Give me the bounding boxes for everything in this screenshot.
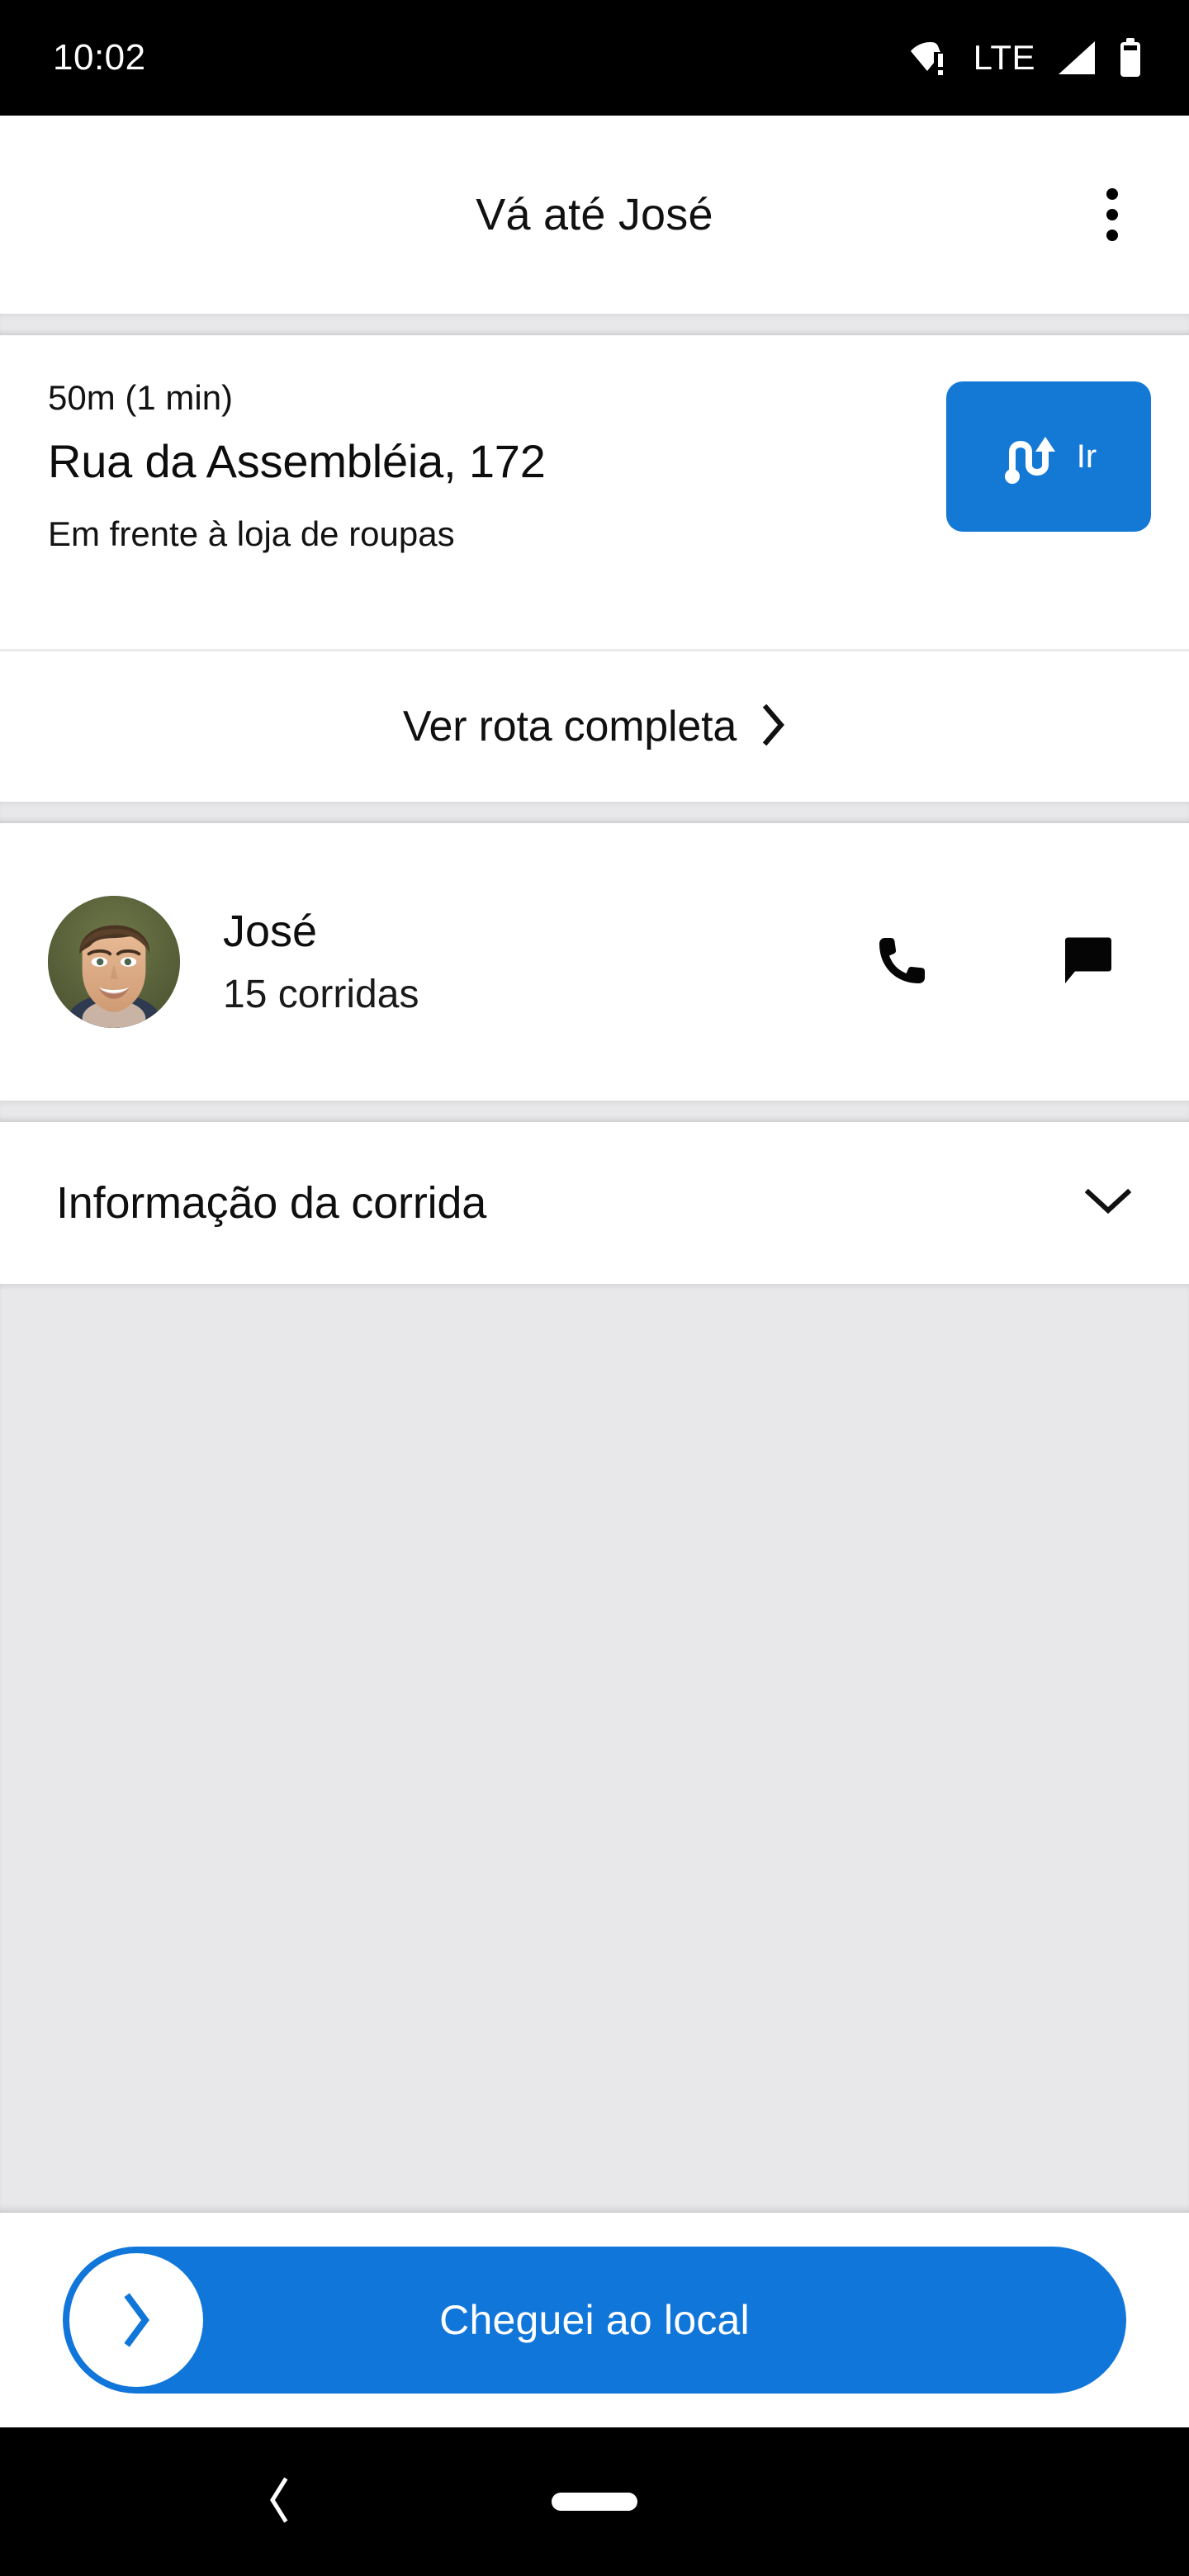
bottom-action-bar: Cheguei ao local [0,2213,1189,2427]
ride-info-toggle[interactable]: Informação da corrida [0,1122,1189,1284]
view-full-route-button[interactable]: Ver rota completa [0,651,1189,802]
avatar[interactable] [48,896,180,1028]
status-bar: 10:02 LTE [0,0,1189,116]
address-card: 50m (1 min) Rua da Assembléia, 172 Em fr… [0,335,1189,802]
passenger-info: José 15 corridas [180,906,862,1018]
passenger-name: José [223,906,318,956]
status-time: 10:02 [53,37,146,78]
section-divider [0,314,1189,335]
navigation-route-icon [1001,429,1060,485]
street-address: Rua da Assembléia, 172 [48,434,546,487]
arrived-slide-label: Cheguei ao local [439,2297,750,2343]
phone-icon [872,932,931,992]
section-divider [0,1101,1189,1122]
arrived-slide-button[interactable]: Cheguei ao local [63,2247,1126,2394]
message-button[interactable] [1049,922,1128,1002]
lte-label: LTE [973,38,1035,77]
overflow-menu-button[interactable] [1067,169,1158,260]
ride-info-card: Informação da corrida [0,1122,1189,1284]
passenger-rides-count: 15 corridas [223,972,419,1016]
landmark-note: Em frente à loja de roupas [48,514,455,553]
cellular-signal-icon [1057,40,1097,76]
address-block: 50m (1 min) Rua da Assembléia, 172 Em fr… [0,335,1189,649]
ride-info-label: Informação da corrida [56,1178,487,1228]
chevron-right-icon [761,703,786,750]
slide-handle[interactable] [69,2253,203,2387]
chevron-right-icon [119,2293,154,2347]
app-screen: 10:02 LTE Vá até José 50m (1 min) Rua da… [0,0,1189,2576]
passenger-block: José 15 corridas [0,823,1189,1101]
chevron-down-icon [1084,1187,1132,1219]
page-title: Vá até José [476,190,713,239]
navigate-button-label: Ir [1076,438,1097,475]
app-bar: Vá até José [0,116,1189,314]
battery-icon [1118,38,1143,78]
map-placeholder-panel [0,1284,1189,2213]
chat-bubble-icon [1059,932,1118,992]
android-nav-bar [0,2427,1189,2576]
nav-home-pill[interactable] [552,2493,637,2511]
navigate-button[interactable]: Ir [946,381,1151,532]
more-vert-icon-dot [1106,230,1118,241]
view-full-route-label: Ver rota completa [402,703,737,751]
back-icon [265,2477,293,2527]
passenger-card: José 15 corridas [0,823,1189,1101]
address-text: 50m (1 min) Rua da Assembléia, 172 Em fr… [48,372,946,556]
more-vert-icon-dot [1106,209,1118,220]
nav-back-button[interactable] [239,2462,319,2541]
eta-text: 50m (1 min) [48,378,234,417]
call-button[interactable] [862,922,941,1002]
wifi-alert-icon [910,39,952,77]
status-icons: LTE [910,38,1143,78]
section-divider [0,802,1189,823]
contact-actions [862,922,1128,1002]
more-vert-icon-dot [1106,188,1118,200]
